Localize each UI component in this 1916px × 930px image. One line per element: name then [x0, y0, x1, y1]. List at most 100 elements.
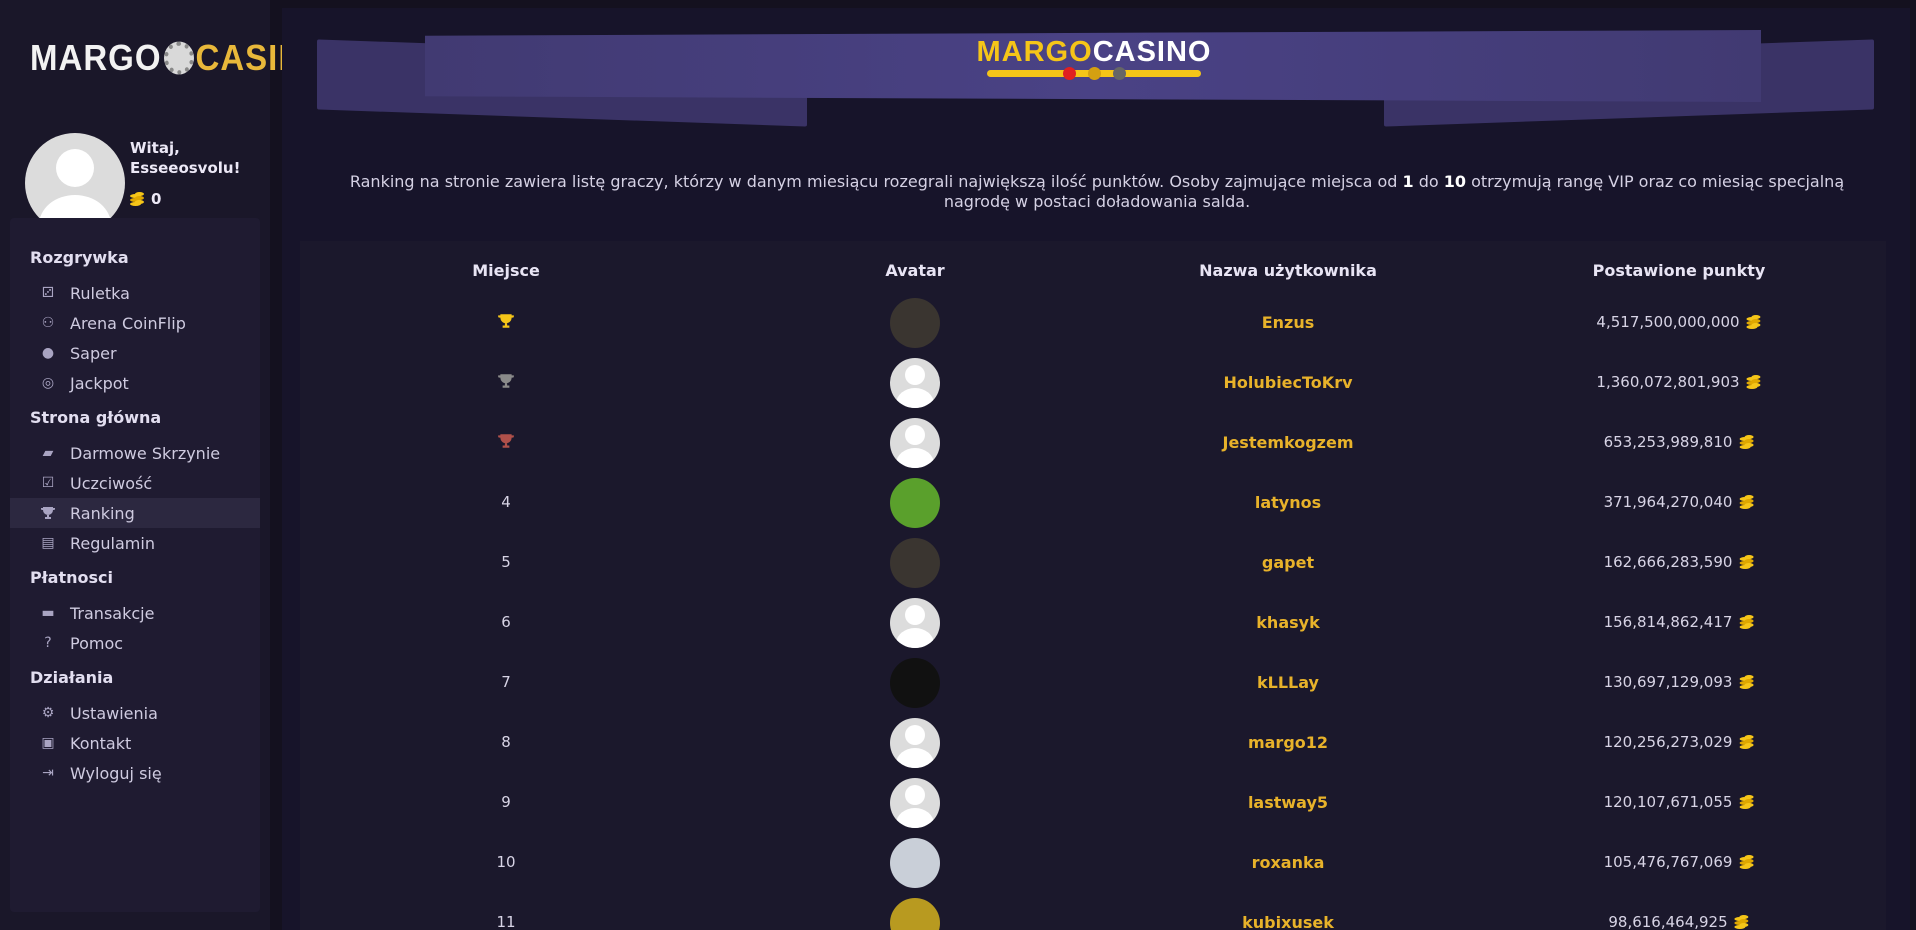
points-value: 130,697,129,093 [1603, 673, 1733, 691]
table-row: Enzus 4,517,500,000,000 [300, 293, 1886, 353]
address-book-icon: ▣ [41, 735, 55, 751]
nav-item-arena-coinflip[interactable]: ⚇ Arena CoinFlip [10, 308, 260, 338]
place-number: 9 [501, 793, 511, 811]
nav-item-label: Saper [70, 343, 117, 363]
player-avatar[interactable] [890, 478, 940, 528]
coins-icon [1734, 915, 1750, 929]
place-number: 10 [496, 853, 516, 871]
red-dot-icon [1063, 67, 1076, 80]
points-value: 98,616,464,925 [1608, 913, 1728, 930]
target-icon: ◎ [41, 375, 55, 391]
nav-item-uczciwosc[interactable]: ☑ Uczciwość [10, 468, 260, 498]
intro-rank-from: 1 [1402, 172, 1414, 191]
player-name-link[interactable]: kubixusek [1242, 913, 1334, 930]
points-value: 4,517,500,000,000 [1596, 313, 1740, 331]
nav-item-label: Wyloguj się [70, 763, 162, 783]
nav-item-transakcje[interactable]: ▬ Transakcje [10, 598, 260, 628]
coins-icon [1739, 675, 1754, 689]
player-avatar[interactable] [890, 298, 940, 348]
ranking-description: Ranking na stronie zawiera listę graczy,… [317, 172, 1877, 212]
player-name-link[interactable]: gapet [1262, 553, 1314, 572]
nav-item-pomoc[interactable]: ? Pomoc [10, 628, 260, 658]
points-cell: 130,697,129,093 [1604, 673, 1755, 691]
gold-trophy-icon [497, 312, 515, 330]
player-avatar[interactable] [890, 718, 940, 768]
points-value: 1,360,072,801,903 [1596, 373, 1740, 391]
nav-item-ruletka[interactable]: ⚂ Ruletka [10, 278, 260, 308]
section-title-dzialania: Działania [30, 668, 114, 687]
points-cell: 120,256,273,029 [1604, 733, 1755, 751]
player-avatar[interactable] [890, 838, 940, 888]
casino-chip-icon [163, 41, 194, 75]
player-name-link[interactable]: kLLLay [1257, 673, 1319, 692]
gray-dot-icon [1113, 67, 1126, 80]
nav-item-kontakt[interactable]: ▣ Kontakt [10, 728, 260, 758]
nav-item-regulamin[interactable]: ▤ Regulamin [10, 528, 260, 558]
book-icon: ▤ [41, 535, 55, 551]
player-avatar[interactable] [890, 418, 940, 468]
header-avatar: Avatar [885, 261, 945, 280]
yellow-dot-icon [1088, 67, 1101, 80]
coins-icon [130, 192, 145, 206]
player-avatar[interactable] [890, 598, 940, 648]
silver-trophy-icon [497, 372, 515, 390]
sidebar: MARGO CASINO Witaj, Esseeosvolu! 0 Rozgr… [0, 0, 329, 930]
player-name-link[interactable]: khasyk [1256, 613, 1319, 632]
table-row: 7 kLLLay 130,697,129,093 [300, 653, 1886, 713]
logo-part-1: MARGO [30, 37, 162, 78]
place-number: 11 [496, 913, 516, 930]
player-avatar[interactable] [890, 898, 940, 930]
player-avatar[interactable] [890, 658, 940, 708]
intro-text-1: Ranking na stronie zawiera listę graczy,… [349, 172, 1403, 191]
banner-logo-bar [987, 67, 1201, 80]
nav-item-label: Kontakt [70, 733, 132, 753]
player-name-link[interactable]: Enzus [1262, 313, 1315, 332]
scrollbar[interactable] [1910, 0, 1916, 930]
nav-item-label: Arena CoinFlip [70, 313, 186, 333]
nav-item-ranking[interactable]: Ranking [10, 498, 260, 528]
nav-item-label: Ruletka [70, 283, 130, 303]
points-value: 120,256,273,029 [1603, 733, 1733, 751]
nav-item-darmowe-skrzynie[interactable]: ▰ Darmowe Skrzynie [10, 438, 260, 468]
header-place: Miejsce [472, 261, 540, 280]
points-cell: 371,964,270,040 [1604, 493, 1755, 511]
player-name-link[interactable]: margo12 [1248, 733, 1328, 752]
player-avatar[interactable] [890, 778, 940, 828]
points-value: 120,107,671,055 [1603, 793, 1733, 811]
nav-item-label: Ustawienia [70, 703, 158, 723]
nav-item-saper[interactable]: ● Saper [10, 338, 260, 368]
player-name-link[interactable]: lastway5 [1248, 793, 1328, 812]
intro-rank-to: 10 [1443, 172, 1467, 191]
points-value: 156,814,862,417 [1603, 613, 1733, 631]
wallet-icon: ▬ [41, 605, 55, 621]
table-row: 5 gapet 162,666,283,590 [300, 533, 1886, 593]
nav-item-label: Jackpot [70, 373, 129, 393]
table-row: 11 kubixusek 98,616,464,925 [300, 893, 1886, 930]
player-avatar[interactable] [890, 358, 940, 408]
player-name-link[interactable]: roxanka [1252, 853, 1325, 872]
player-name-link[interactable]: Jestemkogzem [1223, 433, 1354, 452]
intro-text-2: do [1413, 172, 1444, 191]
coins-icon [1739, 435, 1754, 449]
points-cell: 653,253,989,810 [1604, 433, 1755, 451]
section-title-strona-glowna: Strona główna [30, 408, 162, 427]
nav-item-wyloguj[interactable]: ⇥ Wyloguj się [10, 758, 260, 788]
nav-item-jackpot[interactable]: ◎ Jackpot [10, 368, 260, 398]
nav-item-ustawienia[interactable]: ⚙ Ustawienia [10, 698, 260, 728]
player-name-link[interactable]: latynos [1255, 493, 1321, 512]
user-balance: 0 [130, 190, 161, 208]
player-avatar[interactable] [890, 538, 940, 588]
section-title-rozgrywka: Rozgrywka [30, 248, 129, 267]
nav-item-label: Darmowe Skrzynie [70, 443, 221, 463]
place-number: 4 [501, 493, 511, 511]
points-cell: 4,517,500,000,000 [1596, 313, 1761, 331]
header-points: Postawione punkty [1592, 261, 1766, 280]
points-cell: 98,616,464,925 [1608, 913, 1749, 930]
points-cell: 1,360,072,801,903 [1596, 373, 1761, 391]
coins-icon [1739, 855, 1754, 869]
sign-out-icon: ⇥ [42, 765, 54, 781]
player-name-link[interactable]: HolubiecToKrv [1223, 373, 1352, 392]
bomb-icon: ● [41, 345, 55, 361]
clipboard-check-icon: ☑ [41, 475, 55, 491]
nav-item-label: Uczciwość [70, 473, 153, 493]
